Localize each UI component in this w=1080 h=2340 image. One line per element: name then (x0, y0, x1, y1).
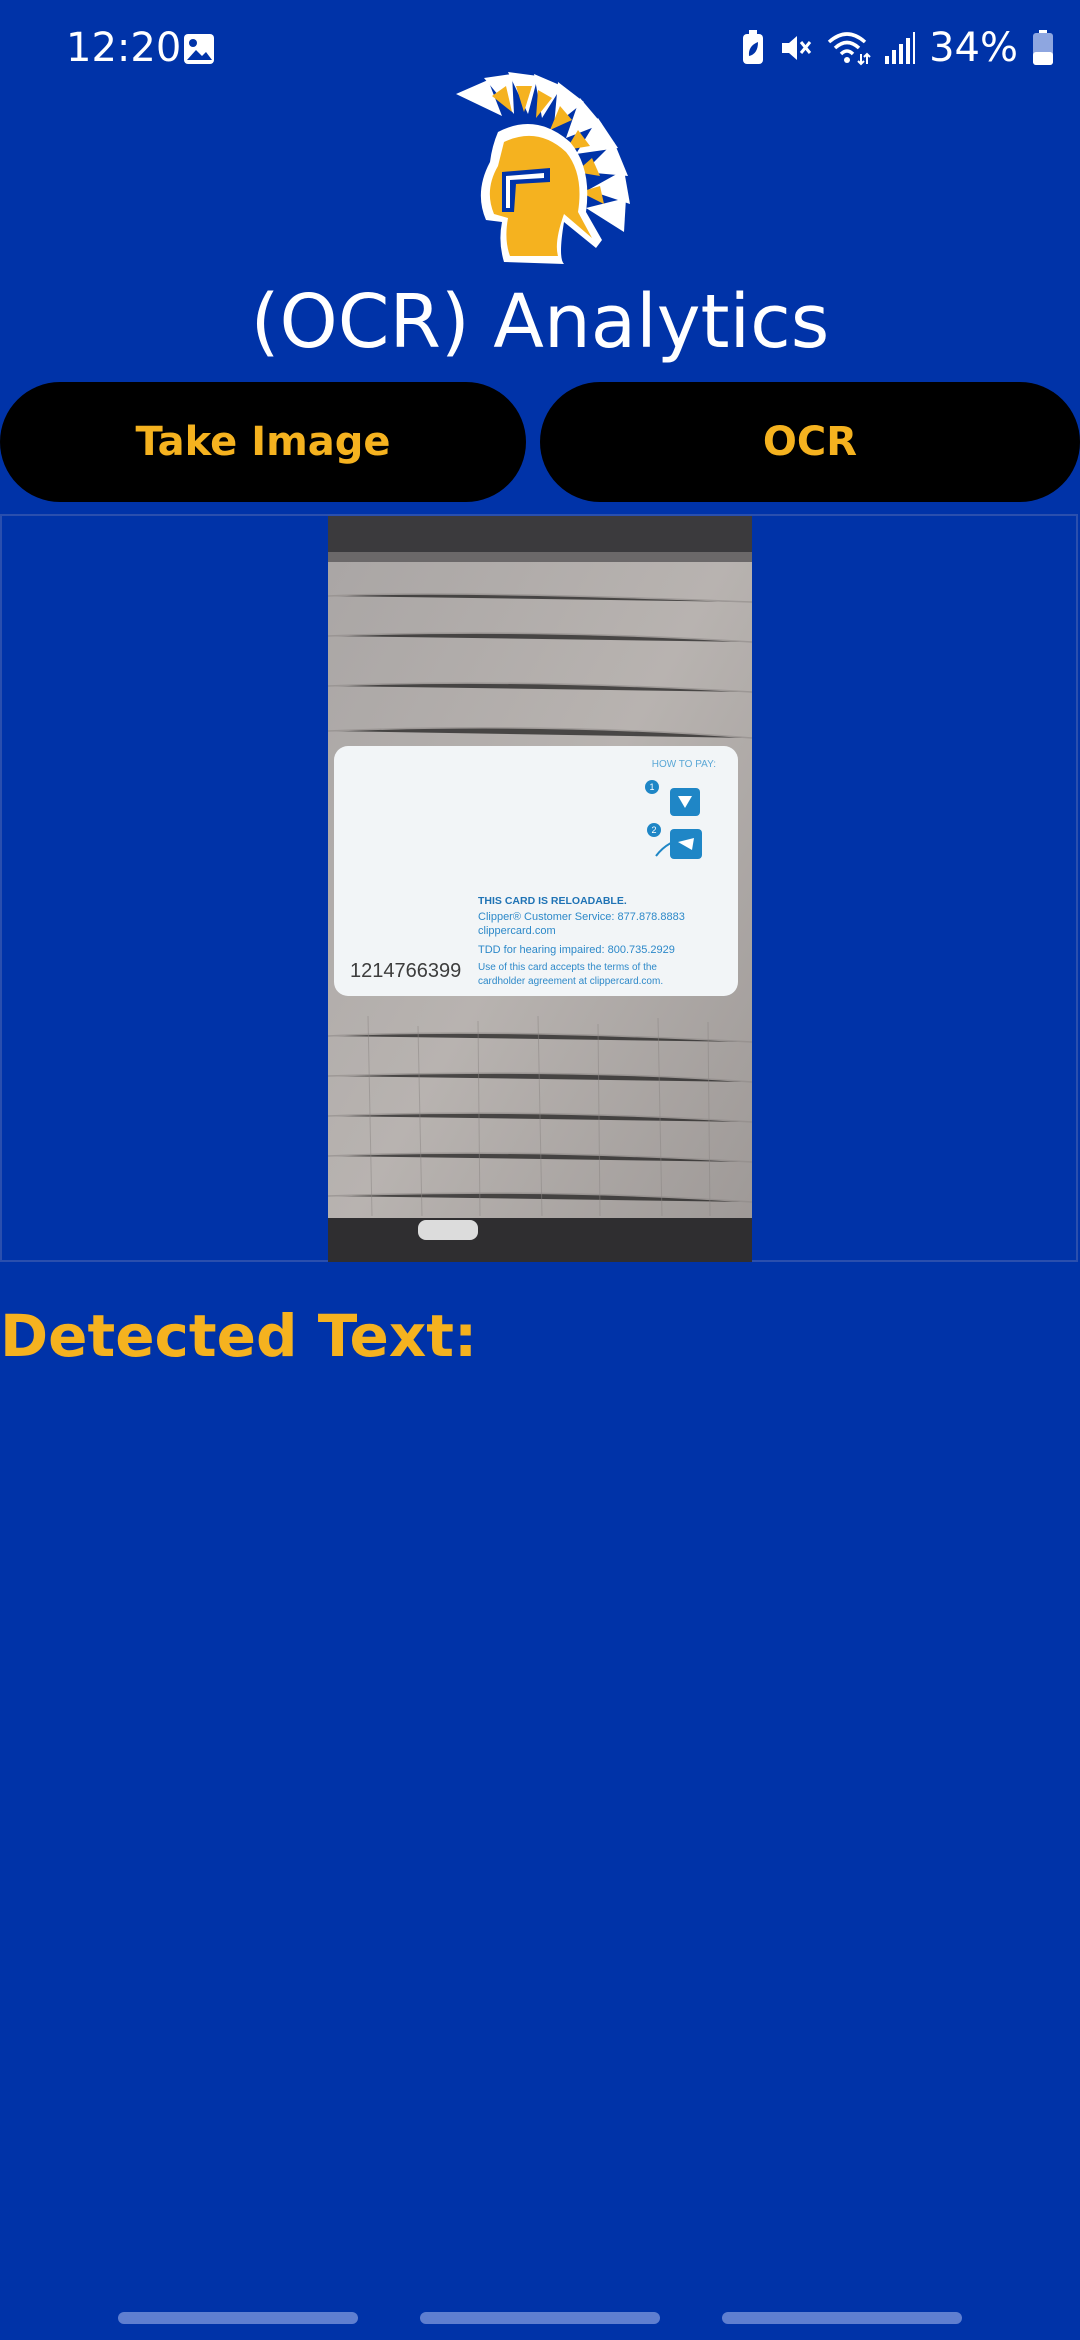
tdd-text: TDD for hearing impaired: 800.735.2929 (478, 944, 675, 956)
battery-saver-icon (741, 30, 765, 66)
ocr-button[interactable]: OCR (540, 382, 1080, 502)
step-2-text: 2 (651, 825, 656, 835)
nav-home-pill[interactable] (420, 2312, 660, 2324)
status-time: 12:20 (66, 25, 182, 71)
gallery-icon (182, 32, 216, 66)
battery-percent: 34% (929, 25, 1018, 71)
service-text: Clipper® Customer Service: 877.878.8883 (478, 911, 685, 923)
take-image-button[interactable]: Take Image (0, 382, 526, 502)
how-to-pay-text: HOW TO PAY: (652, 759, 716, 770)
battery-icon (1032, 30, 1054, 66)
app-title: (OCR) Analytics (250, 279, 830, 365)
detected-text-label: Detected Text: (0, 1302, 478, 1370)
wifi-icon (827, 30, 871, 66)
spartan-helmet-logo (446, 72, 634, 268)
reloadable-text: THIS CARD IS RELOADABLE. (478, 895, 627, 907)
nav-back-pill[interactable] (722, 2312, 962, 2324)
step-1-text: 1 (649, 782, 654, 792)
status-icons: 34% (741, 22, 1054, 74)
terms-line-1: Use of this card accepts the terms of th… (478, 962, 657, 973)
card-number-text: 1214766399 (350, 960, 461, 982)
website-text: clippercard.com (478, 925, 556, 937)
signal-icon (885, 32, 916, 64)
mute-icon (779, 31, 813, 65)
terms-line-2: cardholder agreement at clippercard.com. (478, 976, 663, 987)
ocr-analytics-screen: 12:20 34% (OCR) Analytics Take Image OCR… (0, 0, 1080, 2340)
nav-recents-pill[interactable] (118, 2312, 358, 2324)
captured-image: HOW TO PAY: 1 2 THIS CARD IS RELOADABLE.… (328, 516, 752, 1262)
